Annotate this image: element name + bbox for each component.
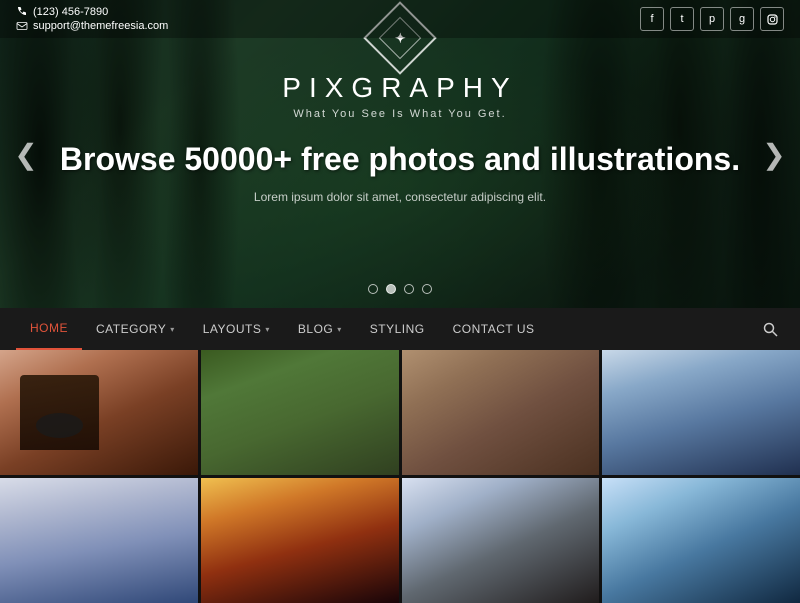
email-info: support@themefreesia.com <box>16 20 168 32</box>
instagram-icon[interactable] <box>760 7 784 31</box>
nav-item-home[interactable]: HOME <box>16 308 82 350</box>
nav-item-styling[interactable]: STYLING <box>356 308 439 350</box>
slide-dot-4[interactable] <box>422 284 432 294</box>
slide-dot-1[interactable] <box>368 284 378 294</box>
photo-ship-storm <box>602 350 800 475</box>
twitter-icon[interactable]: t <box>670 7 694 31</box>
photo-camera-map <box>402 350 600 475</box>
email-icon <box>16 20 28 32</box>
slide-dot-2[interactable] <box>386 284 396 294</box>
photo-item-7[interactable] <box>402 478 600 603</box>
nav-items-group: HOME CATEGORY ▾ LAYOUTS ▾ BLOG ▾ STYLING… <box>16 308 549 350</box>
photo-girl-horizon <box>0 478 198 603</box>
slide-indicators <box>368 284 432 294</box>
category-arrow-icon: ▾ <box>170 325 175 334</box>
site-title: PIXGRAPHY <box>282 72 517 104</box>
hero-description: Lorem ipsum dolor sit amet, consectetur … <box>254 190 546 204</box>
facebook-icon[interactable]: f <box>640 7 664 31</box>
search-button[interactable] <box>756 315 784 343</box>
slide-dot-3[interactable] <box>404 284 414 294</box>
photo-item-8[interactable] <box>602 478 800 603</box>
photo-item-5[interactable] <box>0 478 198 603</box>
nav-item-category[interactable]: CATEGORY ▾ <box>82 308 189 350</box>
site-tagline: What You See Is What You Get. <box>293 108 506 120</box>
pinterest-icon[interactable]: p <box>700 7 724 31</box>
hero-section: ❮ ❯ ✦ PIXGRAPHY What You See Is What You… <box>0 0 800 308</box>
instagram-svg <box>767 14 778 25</box>
photo-grid <box>0 350 800 603</box>
nav-item-layouts[interactable]: LAYOUTS ▾ <box>189 308 284 350</box>
main-navigation: HOME CATEGORY ▾ LAYOUTS ▾ BLOG ▾ STYLING… <box>0 308 800 350</box>
hero-content: ✦ PIXGRAPHY What You See Is What You Get… <box>0 0 800 308</box>
search-icon <box>763 322 778 337</box>
contact-info: (123) 456-7890 support@themefreesia.com <box>16 6 168 32</box>
photo-sneakers <box>201 350 399 475</box>
hero-headline: Browse 50000+ free photos and illustrati… <box>60 140 740 178</box>
photo-item-4[interactable] <box>602 350 800 475</box>
photo-eagle <box>402 478 600 603</box>
social-icons-group: f t p g <box>640 7 784 31</box>
phone-info: (123) 456-7890 <box>16 6 168 18</box>
photo-item-1[interactable] <box>0 350 198 475</box>
phone-icon <box>16 6 28 18</box>
photo-item-2[interactable] <box>201 350 399 475</box>
blog-arrow-icon: ▾ <box>337 325 342 334</box>
googleplus-icon[interactable]: g <box>730 7 754 31</box>
nav-item-contact[interactable]: CONTACT US <box>439 308 549 350</box>
top-bar: (123) 456-7890 support@themefreesia.com … <box>0 0 800 38</box>
photo-dock-sunset <box>201 478 399 603</box>
layouts-arrow-icon: ▾ <box>265 325 270 334</box>
photo-sailing-ship <box>602 478 800 603</box>
photo-photographer <box>0 350 198 475</box>
photo-item-6[interactable] <box>201 478 399 603</box>
nav-item-blog[interactable]: BLOG ▾ <box>284 308 356 350</box>
photo-item-3[interactable] <box>402 350 600 475</box>
